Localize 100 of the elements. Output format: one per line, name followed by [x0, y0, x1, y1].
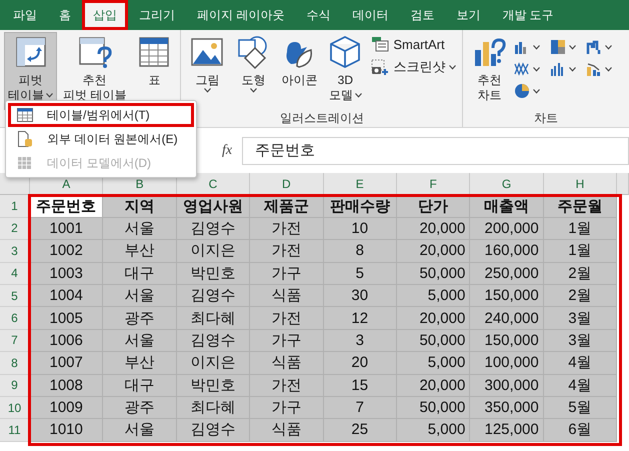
table-cell: 4월 [544, 374, 618, 397]
ribbon-tab[interactable]: 삽입 [82, 0, 128, 30]
table-cell: 1002 [30, 240, 104, 263]
group-label: 일러스트레이션 [278, 110, 365, 127]
table-cell: 최다혜 [176, 396, 250, 420]
ribbon-tab[interactable]: 보기 [445, 0, 492, 30]
table-cell: 20,000 [396, 240, 470, 263]
ribbon-tab[interactable]: 페이지 레이아웃 [186, 0, 296, 30]
table-cell: 김영수 [176, 284, 250, 308]
table-cell: 3 [324, 330, 397, 352]
table-cell: 1007 [30, 352, 104, 375]
row-header[interactable]: 1 [0, 195, 30, 218]
ribbon-button[interactable]: 아이콘 [277, 32, 322, 110]
column-header[interactable] [617, 173, 629, 196]
table-cell: 5월 [544, 396, 618, 420]
table-cell: 50,000 [396, 262, 470, 285]
column-header[interactable]: G [470, 173, 544, 196]
table-cell: 300,000 [470, 374, 544, 397]
smartart-icon [371, 36, 390, 52]
table-cell: 김영수 [176, 419, 250, 442]
menu-item[interactable]: 테이블/범위에서(T) [8, 103, 194, 127]
table-cell: 1월 [544, 240, 618, 263]
table-cell: 1월 [544, 218, 618, 240]
table-cell: 20 [324, 352, 397, 375]
ribbon-tab[interactable]: 그리기 [128, 0, 186, 30]
row-header[interactable]: 8 [0, 352, 30, 375]
table-cell: 5,000 [396, 419, 470, 442]
table-cell: 서울 [103, 218, 177, 240]
table-cell: 3월 [544, 330, 618, 352]
table-cell: 서울 [103, 419, 177, 442]
stacked-chart-icon [550, 39, 566, 55]
table-cell: 박민호 [176, 374, 250, 397]
column-header[interactable]: F [396, 173, 470, 196]
table-cell: 20,000 [396, 307, 470, 330]
table-cell: 가구 [250, 262, 324, 285]
ribbon-button[interactable]: 3D 모델 [323, 32, 368, 110]
table-cell: 25 [324, 419, 397, 442]
table-cell: 광주 [103, 396, 177, 420]
table-cell: 350,000 [470, 396, 544, 420]
table-cell: 서울 [103, 284, 177, 308]
column-header[interactable]: H [544, 173, 618, 196]
table-cell: 서울 [103, 330, 177, 352]
table-cell: 160,000 [470, 240, 544, 263]
table-cell: 김영수 [176, 330, 250, 352]
column-header[interactable]: D [250, 173, 324, 196]
table-cell: 8 [324, 240, 397, 263]
table-cell: 250,000 [470, 262, 544, 285]
table-cell: 대구 [103, 262, 177, 285]
table-cell: 1004 [30, 284, 104, 308]
data-model-icon [17, 155, 33, 171]
function-label[interactable]: fx [222, 142, 232, 158]
ribbon-tab[interactable]: 수식 [295, 0, 342, 30]
table-cell: 대구 [103, 374, 177, 397]
row-header[interactable]: 3 [0, 240, 30, 263]
column-title-cell: 단가 [396, 195, 470, 218]
table-cell: 부산 [103, 352, 177, 375]
ribbon-tab[interactable]: 데이터 [341, 0, 400, 30]
table-cell: 3월 [544, 307, 618, 330]
table-cell: 이지은 [176, 240, 250, 263]
table-cell: 150,000 [470, 330, 544, 352]
ribbon-button[interactable]: 도형 [231, 32, 276, 110]
table-cell: 20,000 [396, 218, 470, 240]
document-database-icon [17, 131, 33, 147]
table-cell: 1010 [30, 419, 104, 442]
ribbon-tab[interactable]: 파일 [2, 0, 48, 30]
table-cell: 150,000 [470, 284, 544, 308]
column-title-cell: 주문번호 [30, 195, 104, 218]
table-cell: 최다혜 [176, 307, 250, 330]
ribbon-button[interactable]: 스크린샷 [369, 56, 458, 78]
pie-chart-icon [514, 83, 530, 99]
table-cell: 가전 [250, 218, 324, 240]
table-cell: 가전 [250, 307, 324, 330]
table-cell: 50,000 [396, 330, 470, 352]
menu-item[interactable]: 외부 데이터 원본에서(E) [8, 127, 194, 151]
table-cell: 1001 [30, 218, 104, 240]
table-cell: 200,000 [470, 218, 544, 240]
table-cell: 1009 [30, 396, 104, 420]
column-header[interactable]: E [324, 173, 397, 196]
ribbon-button[interactable]: SmartArt [369, 34, 458, 54]
line-chart-icon [514, 61, 530, 77]
ribbon-button[interactable]: 추천 차트 [467, 32, 512, 110]
table-cell: 20,000 [396, 374, 470, 397]
table-cell: 4월 [544, 352, 618, 375]
ribbon-tab[interactable]: 검토 [399, 0, 446, 30]
table-cell: 1003 [30, 262, 104, 285]
column-title-cell: 판매수량 [324, 195, 397, 218]
ribbon-tab[interactable]: 홈 [48, 0, 82, 30]
table-cell: 5 [324, 262, 397, 285]
table-cell: 식품 [250, 419, 324, 442]
group-label: 차트 [533, 110, 560, 127]
row-header[interactable]: 11 [0, 419, 30, 442]
table-cell: 광주 [103, 307, 177, 330]
table-icon [17, 108, 33, 122]
formula-field[interactable]: 주문번호 [242, 136, 629, 164]
table-cell: 식품 [250, 284, 324, 308]
ribbon-tab[interactable]: 개발 도구 [491, 0, 565, 30]
table-cell: 이지은 [176, 352, 250, 375]
table-cell: 30 [324, 284, 397, 308]
table-cell: 125,000 [470, 419, 544, 442]
row-header[interactable]: 6 [0, 307, 30, 330]
